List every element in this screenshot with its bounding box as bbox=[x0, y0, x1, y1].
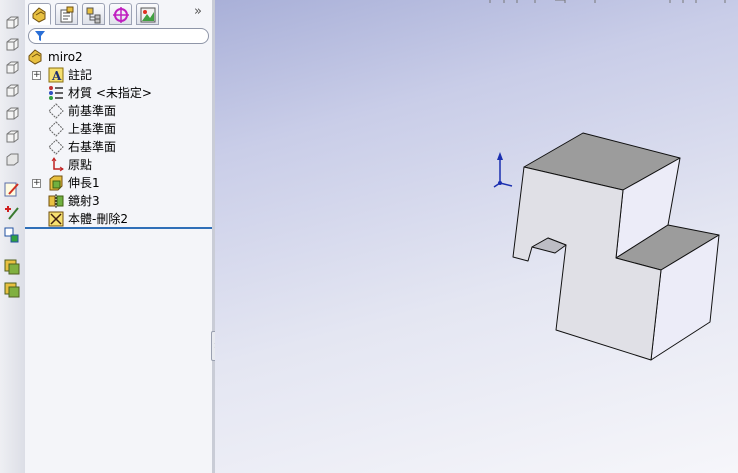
standard-views-icon[interactable] bbox=[3, 14, 21, 32]
material-icon bbox=[48, 85, 64, 101]
features-icon[interactable] bbox=[3, 258, 21, 276]
plane-icon bbox=[48, 139, 64, 155]
model-view[interactable] bbox=[215, 0, 738, 473]
view-box-icon[interactable] bbox=[3, 59, 21, 77]
expand-icon[interactable]: + bbox=[32, 71, 41, 80]
feature-filter[interactable] bbox=[28, 28, 209, 44]
view-box-icon[interactable] bbox=[3, 128, 21, 146]
view-box-icon[interactable] bbox=[3, 36, 21, 54]
relations-icon[interactable] bbox=[3, 226, 21, 244]
tree-root-label: miro2 bbox=[48, 50, 83, 64]
tab-configuration-manager[interactable] bbox=[82, 3, 105, 25]
rollback-bar[interactable] bbox=[25, 227, 212, 229]
expand-icon[interactable]: + bbox=[32, 179, 41, 188]
manager-tabs: » bbox=[25, 0, 212, 27]
graphics-area[interactable] bbox=[215, 0, 738, 473]
configuration-icon bbox=[86, 7, 101, 24]
view-box-icon[interactable] bbox=[3, 151, 21, 169]
view-toolbar bbox=[0, 0, 26, 473]
plane-icon bbox=[48, 103, 64, 119]
filter-input[interactable] bbox=[51, 30, 201, 42]
origin-icon bbox=[48, 157, 64, 173]
svg-text:A: A bbox=[51, 69, 62, 83]
extrude-icon bbox=[48, 175, 64, 191]
tab-dimxpert-manager[interactable] bbox=[109, 3, 132, 25]
plane-icon bbox=[48, 121, 64, 137]
feature-manager-panel: » miro2 + A 註記 材質 <未指定> 前基準面 上基準面 右基準面 原… bbox=[25, 0, 213, 473]
part-icon bbox=[28, 49, 44, 65]
more-tabs-chevron-icon[interactable]: » bbox=[194, 5, 208, 19]
delete-body-icon bbox=[48, 211, 64, 227]
reference-triad bbox=[493, 152, 513, 188]
mirror-icon bbox=[48, 193, 64, 209]
smart-dimension-icon[interactable] bbox=[3, 203, 21, 221]
features-icon[interactable] bbox=[3, 281, 21, 299]
tab-feature-manager[interactable] bbox=[28, 3, 51, 25]
annotation-icon: A bbox=[48, 67, 64, 83]
tab-property-manager[interactable] bbox=[55, 3, 78, 25]
filter-icon bbox=[35, 31, 45, 41]
sketch-icon[interactable] bbox=[3, 180, 21, 198]
property-manager-icon bbox=[60, 6, 74, 23]
view-box-icon[interactable] bbox=[3, 82, 21, 100]
view-box-icon[interactable] bbox=[3, 105, 21, 123]
feature-tree-icon bbox=[32, 7, 46, 23]
display-manager-icon bbox=[140, 7, 156, 23]
heads-up-toolbar[interactable] bbox=[489, 0, 726, 3]
model-part[interactable] bbox=[512, 132, 720, 361]
tab-display-manager[interactable] bbox=[136, 3, 159, 25]
dimxpert-icon bbox=[113, 7, 129, 23]
